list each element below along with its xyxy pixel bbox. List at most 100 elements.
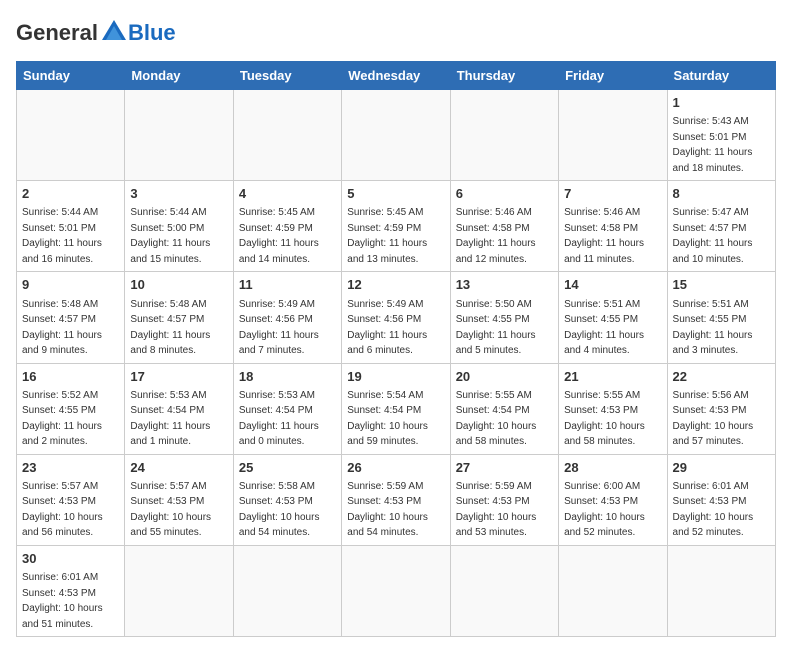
cell-info: Sunrise: 5:58 AM Sunset: 4:53 PM Dayligh… (239, 481, 320, 539)
day-number: 22 (673, 368, 770, 386)
day-number: 28 (564, 459, 661, 477)
day-number: 12 (347, 276, 444, 294)
cell-info: Sunrise: 5:55 AM Sunset: 4:53 PM Dayligh… (564, 390, 645, 448)
cell-info: Sunrise: 5:45 AM Sunset: 4:59 PM Dayligh… (239, 207, 319, 265)
day-number: 14 (564, 276, 661, 294)
cell-info: Sunrise: 5:50 AM Sunset: 4:55 PM Dayligh… (456, 299, 536, 357)
logo-blue-text: Blue (128, 20, 176, 46)
calendar-cell: 19 Sunrise: 5:54 AM Sunset: 4:54 PM Dayli… (342, 363, 450, 454)
calendar-table: SundayMondayTuesdayWednesdayThursdayFrid… (16, 61, 776, 637)
calendar-cell: 25Sunrise: 5:58 AM Sunset: 4:53 PM Dayli… (233, 454, 341, 545)
weekday-header-friday: Friday (559, 62, 667, 90)
cell-info: Sunrise: 5:45 AM Sunset: 4:59 PM Dayligh… (347, 207, 427, 265)
day-number: 16 (22, 368, 119, 386)
calendar-cell: 18Sunrise: 5:53 AM Sunset: 4:54 PM Dayli… (233, 363, 341, 454)
logo: General Blue (16, 16, 176, 49)
cell-info: Sunrise: 5:51 AM Sunset: 4:55 PM Dayligh… (564, 299, 644, 357)
calendar-cell: 6Sunrise: 5:46 AM Sunset: 4:58 PM Daylig… (450, 181, 558, 272)
day-number: 4 (239, 185, 336, 203)
header: General Blue (16, 16, 776, 49)
day-number: 15 (673, 276, 770, 294)
calendar-cell: 1Sunrise: 5:43 AM Sunset: 5:01 PM Daylig… (667, 90, 775, 181)
day-number: 8 (673, 185, 770, 203)
cell-info: Sunrise: 5:57 AM Sunset: 4:53 PM Dayligh… (22, 481, 103, 539)
calendar-cell: 5 Sunrise: 5:45 AM Sunset: 4:59 PM Daylig… (342, 181, 450, 272)
calendar-cell: 14 Sunrise: 5:51 AM Sunset: 4:55 PM Dayli… (559, 272, 667, 363)
day-number: 29 (673, 459, 770, 477)
calendar-cell (125, 545, 233, 636)
calendar-cell: 24 Sunrise: 5:57 AM Sunset: 4:53 PM Dayli… (125, 454, 233, 545)
calendar-week-5: 30 Sunrise: 6:01 AM Sunset: 4:53 PM Dayli… (17, 545, 776, 636)
day-number: 21 (564, 368, 661, 386)
calendar-cell: 27 Sunrise: 5:59 AM Sunset: 4:53 PM Dayli… (450, 454, 558, 545)
cell-info: Sunrise: 6:01 AM Sunset: 4:53 PM Dayligh… (22, 572, 103, 630)
calendar-cell: 10Sunrise: 5:48 AM Sunset: 4:57 PM Dayli… (125, 272, 233, 363)
cell-info: Sunrise: 5:59 AM Sunset: 4:53 PM Dayligh… (347, 481, 428, 539)
weekday-header-tuesday: Tuesday (233, 62, 341, 90)
calendar-cell (450, 90, 558, 181)
weekday-header-wednesday: Wednesday (342, 62, 450, 90)
calendar-cell (342, 90, 450, 181)
cell-info: Sunrise: 5:51 AM Sunset: 4:55 PM Dayligh… (673, 299, 753, 357)
weekday-header-monday: Monday (125, 62, 233, 90)
day-number: 3 (130, 185, 227, 203)
calendar-cell: 11 Sunrise: 5:49 AM Sunset: 4:56 PM Dayli… (233, 272, 341, 363)
cell-info: Sunrise: 5:44 AM Sunset: 5:00 PM Dayligh… (130, 207, 210, 265)
day-number: 24 (130, 459, 227, 477)
logo-general-text: General (16, 20, 98, 46)
weekday-header-row: SundayMondayTuesdayWednesdayThursdayFrid… (17, 62, 776, 90)
cell-info: Sunrise: 5:53 AM Sunset: 4:54 PM Dayligh… (239, 390, 319, 448)
calendar-cell: 21 Sunrise: 5:55 AM Sunset: 4:53 PM Dayli… (559, 363, 667, 454)
calendar-cell: 16 Sunrise: 5:52 AM Sunset: 4:55 PM Dayli… (17, 363, 125, 454)
day-number: 17 (130, 368, 227, 386)
calendar-cell: 30 Sunrise: 6:01 AM Sunset: 4:53 PM Dayli… (17, 545, 125, 636)
calendar-week-4: 23Sunrise: 5:57 AM Sunset: 4:53 PM Dayli… (17, 454, 776, 545)
cell-info: Sunrise: 5:49 AM Sunset: 4:56 PM Dayligh… (239, 299, 319, 357)
calendar-week-0: 1Sunrise: 5:43 AM Sunset: 5:01 PM Daylig… (17, 90, 776, 181)
cell-info: Sunrise: 5:59 AM Sunset: 4:53 PM Dayligh… (456, 481, 537, 539)
calendar-cell: 4 Sunrise: 5:45 AM Sunset: 4:59 PM Daylig… (233, 181, 341, 272)
calendar-cell (17, 90, 125, 181)
calendar-body: 1Sunrise: 5:43 AM Sunset: 5:01 PM Daylig… (17, 90, 776, 637)
day-number: 30 (22, 550, 119, 568)
day-number: 9 (22, 276, 119, 294)
calendar-cell: 23Sunrise: 5:57 AM Sunset: 4:53 PM Dayli… (17, 454, 125, 545)
cell-info: Sunrise: 5:48 AM Sunset: 4:57 PM Dayligh… (22, 299, 102, 357)
calendar-cell: 20Sunrise: 5:55 AM Sunset: 4:54 PM Dayli… (450, 363, 558, 454)
calendar-cell: 15 Sunrise: 5:51 AM Sunset: 4:55 PM Dayli… (667, 272, 775, 363)
calendar-cell: 13Sunrise: 5:50 AM Sunset: 4:55 PM Dayli… (450, 272, 558, 363)
day-number: 19 (347, 368, 444, 386)
calendar-cell (450, 545, 558, 636)
cell-info: Sunrise: 6:01 AM Sunset: 4:53 PM Dayligh… (673, 481, 754, 539)
day-number: 26 (347, 459, 444, 477)
calendar-cell (342, 545, 450, 636)
calendar-cell: 12Sunrise: 5:49 AM Sunset: 4:56 PM Dayli… (342, 272, 450, 363)
cell-info: Sunrise: 5:53 AM Sunset: 4:54 PM Dayligh… (130, 390, 210, 448)
cell-info: Sunrise: 5:55 AM Sunset: 4:54 PM Dayligh… (456, 390, 537, 448)
calendar-cell: 29 Sunrise: 6:01 AM Sunset: 4:53 PM Dayli… (667, 454, 775, 545)
calendar-cell: 26 Sunrise: 5:59 AM Sunset: 4:53 PM Dayli… (342, 454, 450, 545)
cell-info: Sunrise: 5:46 AM Sunset: 4:58 PM Dayligh… (564, 207, 644, 265)
day-number: 11 (239, 276, 336, 294)
calendar-cell: 9 Sunrise: 5:48 AM Sunset: 4:57 PM Daylig… (17, 272, 125, 363)
calendar-cell (667, 545, 775, 636)
calendar-cell: 7Sunrise: 5:46 AM Sunset: 4:58 PM Daylig… (559, 181, 667, 272)
cell-info: Sunrise: 5:43 AM Sunset: 5:01 PM Dayligh… (673, 116, 753, 174)
cell-info: Sunrise: 5:54 AM Sunset: 4:54 PM Dayligh… (347, 390, 428, 448)
cell-info: Sunrise: 5:52 AM Sunset: 4:55 PM Dayligh… (22, 390, 102, 448)
logo-icon-svg (100, 16, 128, 44)
calendar-cell: 8 Sunrise: 5:47 AM Sunset: 4:57 PM Daylig… (667, 181, 775, 272)
weekday-header-saturday: Saturday (667, 62, 775, 90)
calendar-cell: 28Sunrise: 6:00 AM Sunset: 4:53 PM Dayli… (559, 454, 667, 545)
calendar-cell (233, 545, 341, 636)
cell-info: Sunrise: 5:47 AM Sunset: 4:57 PM Dayligh… (673, 207, 753, 265)
calendar-cell: 22Sunrise: 5:56 AM Sunset: 4:53 PM Dayli… (667, 363, 775, 454)
day-number: 5 (347, 185, 444, 203)
calendar-week-2: 9 Sunrise: 5:48 AM Sunset: 4:57 PM Daylig… (17, 272, 776, 363)
cell-info: Sunrise: 5:57 AM Sunset: 4:53 PM Dayligh… (130, 481, 211, 539)
day-number: 2 (22, 185, 119, 203)
cell-info: Sunrise: 5:48 AM Sunset: 4:57 PM Dayligh… (130, 299, 210, 357)
day-number: 27 (456, 459, 553, 477)
calendar-cell: 17 Sunrise: 5:53 AM Sunset: 4:54 PM Dayli… (125, 363, 233, 454)
calendar-cell (559, 90, 667, 181)
